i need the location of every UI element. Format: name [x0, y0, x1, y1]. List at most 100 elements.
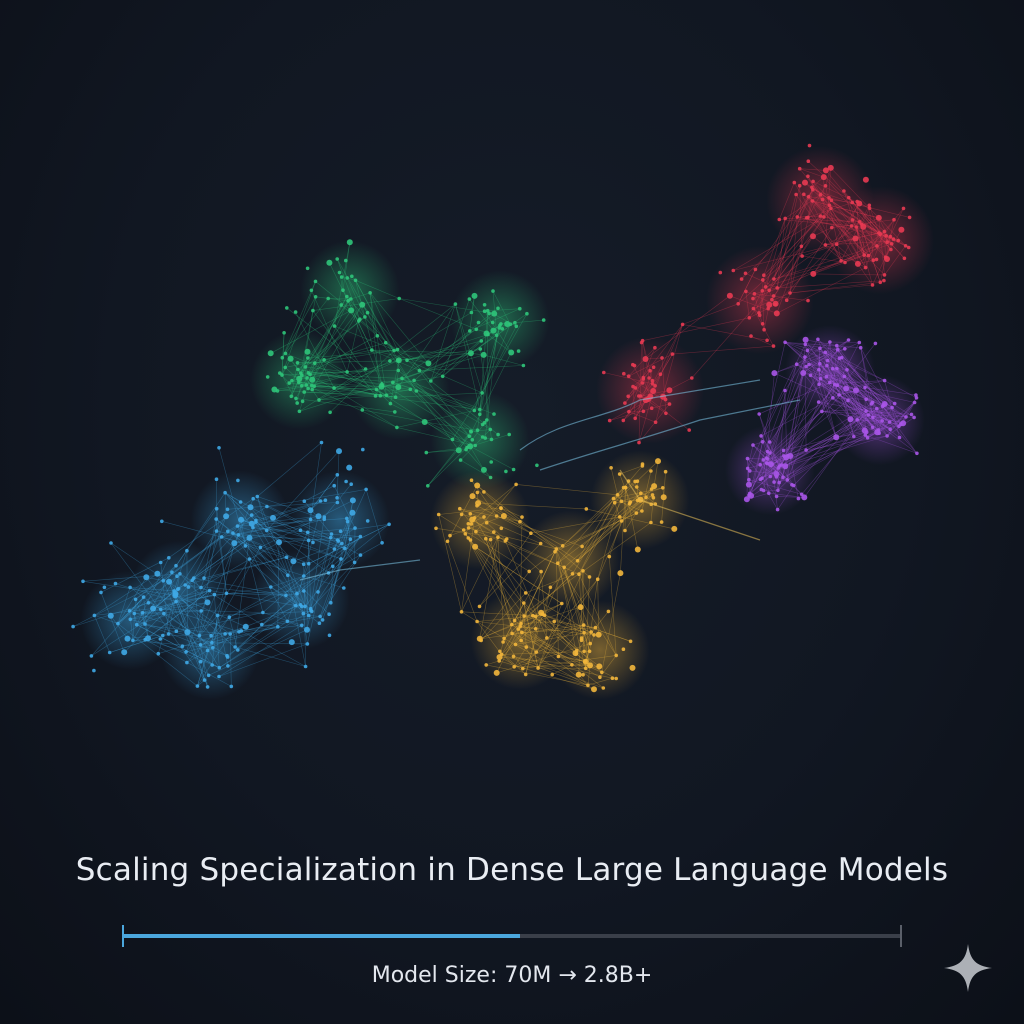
network-node [154, 570, 161, 577]
network-node [614, 676, 618, 681]
network-node [759, 434, 763, 438]
network-node [380, 382, 384, 386]
network-node [466, 526, 471, 530]
network-node [781, 475, 785, 480]
network-node [450, 437, 455, 442]
network-node [229, 684, 234, 689]
network-node [882, 273, 887, 277]
network-node [516, 349, 521, 353]
network-node [618, 515, 622, 519]
network-node [889, 242, 894, 246]
network-node [800, 254, 804, 258]
network-node [649, 487, 654, 491]
network-node [145, 635, 151, 642]
network-node [634, 485, 639, 489]
network-node [842, 374, 847, 379]
network-node [837, 356, 842, 361]
network-node [622, 371, 626, 376]
network-node [751, 443, 755, 447]
network-node [298, 603, 303, 607]
network-node [499, 506, 503, 510]
network-node [172, 590, 179, 597]
network-node [475, 503, 479, 508]
network-node [504, 537, 509, 541]
network-node [849, 224, 854, 228]
network-node [329, 600, 333, 605]
network-node [499, 526, 504, 531]
network-node [795, 215, 800, 219]
network-node [308, 372, 312, 377]
network-node [773, 471, 780, 477]
sparkle-icon [944, 944, 992, 992]
network-node [820, 174, 827, 181]
network-node [825, 363, 829, 368]
network-node [304, 348, 311, 355]
network-node [810, 233, 816, 240]
network-node [303, 604, 307, 609]
network-node [492, 530, 496, 534]
network-node [496, 306, 500, 311]
network-node [488, 537, 493, 542]
network-node [308, 517, 313, 522]
network-node [284, 593, 288, 598]
network-node [753, 267, 758, 272]
network-node [818, 192, 823, 197]
network-node [298, 528, 303, 532]
network-node [835, 366, 839, 371]
network-node [475, 428, 480, 433]
network-node [631, 362, 635, 367]
cluster-glow [550, 600, 650, 700]
network-node [749, 334, 753, 338]
network-node [210, 663, 214, 667]
network-node [496, 432, 500, 437]
network-node [207, 588, 212, 593]
network-node [363, 367, 368, 371]
network-node [508, 349, 515, 356]
network-node [483, 436, 488, 440]
network-node [231, 540, 238, 547]
network-node [161, 633, 165, 638]
network-node [345, 516, 349, 521]
network-node [127, 609, 132, 613]
network-node [113, 581, 118, 586]
network-node [472, 543, 479, 550]
network-node [641, 409, 646, 414]
network-node [387, 522, 391, 527]
network-node [335, 257, 340, 261]
network-node [303, 664, 308, 669]
network-node [830, 225, 834, 230]
network-node [391, 380, 395, 385]
model-size-caption: Model Size: 70M → 2.8B+ [371, 963, 653, 988]
network-node [116, 621, 120, 626]
network-node [541, 318, 546, 322]
network-node [810, 199, 815, 203]
network-node [802, 192, 806, 197]
network-node [794, 362, 799, 367]
network-node [760, 440, 765, 444]
network-node [491, 289, 495, 293]
network-node [670, 352, 675, 356]
network-node [480, 351, 487, 358]
network-node [417, 368, 422, 373]
network-node [405, 358, 409, 363]
network-node [195, 684, 200, 688]
network-node [767, 440, 772, 444]
network-node [575, 671, 582, 678]
network-node [640, 381, 645, 385]
network-node [607, 554, 612, 559]
network-node [306, 356, 310, 360]
figure-title: Scaling Specialization in Dense Large La… [75, 852, 949, 888]
network-node [478, 407, 482, 412]
network-node [772, 277, 776, 281]
network-node [344, 258, 348, 263]
network-node [550, 672, 554, 677]
network-node [802, 179, 808, 186]
network-node [223, 513, 230, 520]
network-node [214, 477, 219, 482]
network-node [852, 434, 856, 439]
network-node [453, 302, 458, 306]
network-node [304, 383, 309, 387]
network-node [877, 431, 881, 436]
network-node [313, 295, 318, 299]
network-node [319, 440, 324, 445]
